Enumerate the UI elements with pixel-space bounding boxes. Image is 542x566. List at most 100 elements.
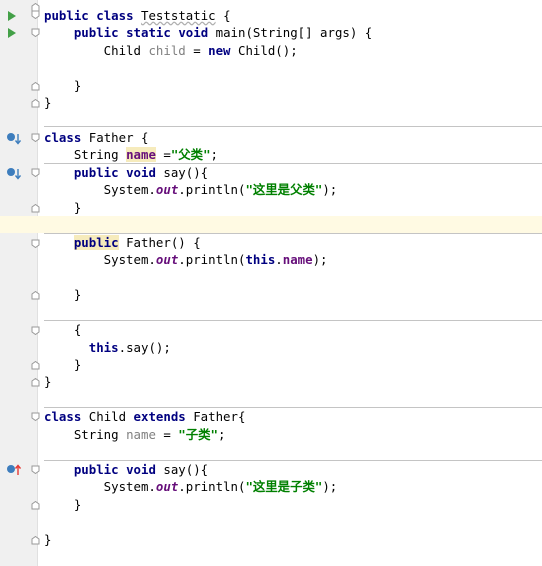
string-literal: "这里是子类" xyxy=(245,479,323,494)
fold-end-icon[interactable] xyxy=(31,82,40,91)
code-line[interactable]: } xyxy=(44,373,51,390)
keyword: void xyxy=(126,462,156,477)
code-text: ); xyxy=(322,479,338,494)
unused-field: name xyxy=(126,427,156,442)
keyword: static xyxy=(126,25,171,40)
code-text: String xyxy=(44,427,127,442)
keyword: public xyxy=(73,235,119,250)
code-line[interactable]: System.out.println("这里是子类"); xyxy=(44,478,338,495)
code-line[interactable]: Child child = new Child(); xyxy=(44,42,298,59)
code-text: .println( xyxy=(178,252,246,267)
keyword: extends xyxy=(133,409,186,424)
overridden-method-icon[interactable] xyxy=(5,131,21,145)
keyword: public xyxy=(44,8,89,23)
code-line[interactable]: this.say(); xyxy=(44,339,171,356)
code-line[interactable]: System.out.println(this.name); xyxy=(44,251,328,268)
run-icon[interactable] xyxy=(7,10,17,22)
unused-variable: child xyxy=(148,43,186,58)
fold-end-icon[interactable] xyxy=(31,361,40,370)
keyword: public xyxy=(73,165,119,180)
code-text: .println( xyxy=(178,182,246,197)
code-text: = xyxy=(155,147,171,162)
code-line[interactable]: String name ="父类"; xyxy=(44,146,218,163)
code-line[interactable]: public void say(){ xyxy=(44,461,208,478)
string-literal: "子类" xyxy=(178,427,218,442)
method-separator xyxy=(44,126,542,127)
code-line[interactable]: } xyxy=(44,531,51,548)
run-icon[interactable] xyxy=(7,27,17,39)
keyword: this xyxy=(88,340,119,355)
code-line[interactable]: } xyxy=(44,94,51,111)
fold-end-icon[interactable] xyxy=(31,291,40,300)
fold-start-icon[interactable] xyxy=(31,168,40,177)
code-line[interactable]: public class Teststatic { xyxy=(44,7,231,24)
code-line[interactable]: String name = "子类"; xyxy=(44,426,226,443)
code-text: System. xyxy=(44,182,156,197)
keyword: class xyxy=(44,130,82,145)
keyword: new xyxy=(208,43,231,58)
code-text: Child xyxy=(44,43,149,58)
class-name: Teststatic xyxy=(141,8,216,23)
code-line[interactable]: } xyxy=(44,356,81,373)
code-text: ); xyxy=(312,252,328,267)
code-text: = xyxy=(155,427,179,442)
overridden-method-icon[interactable] xyxy=(5,166,21,180)
fold-start-icon[interactable] xyxy=(31,326,40,335)
code-text: System. xyxy=(44,252,156,267)
code-editor[interactable]: public class Teststatic { public static … xyxy=(0,0,542,566)
code-text: Father { xyxy=(81,130,149,145)
fold-start-icon[interactable] xyxy=(31,133,40,142)
code-text: System. xyxy=(44,479,156,494)
fold-end-icon[interactable] xyxy=(31,501,40,510)
code-text: .say(); xyxy=(118,340,171,355)
keyword: void xyxy=(126,165,156,180)
code-text: = xyxy=(185,43,209,58)
code-text: main(String[] args) { xyxy=(208,25,373,40)
field-name: name xyxy=(282,252,313,267)
code-line[interactable]: class Father { xyxy=(44,129,148,146)
code-line[interactable]: public Father() { xyxy=(44,234,201,251)
code-line[interactable]: { xyxy=(44,321,81,338)
fold-end-icon[interactable] xyxy=(31,99,40,108)
code-line[interactable]: class Child extends Father{ xyxy=(44,408,245,425)
code-line[interactable]: public static void main(String[] args) { xyxy=(44,24,372,41)
implements-method-icon[interactable] xyxy=(5,463,21,477)
code-text: . xyxy=(275,252,283,267)
code-line[interactable]: System.out.println("这里是父类"); xyxy=(44,181,338,198)
fold-end-icon[interactable] xyxy=(31,378,40,387)
keyword: class xyxy=(96,8,134,23)
code-text: Child(); xyxy=(230,43,298,58)
fold-start-icon[interactable] xyxy=(31,239,40,248)
method-separator xyxy=(44,320,542,321)
keyword: void xyxy=(178,25,209,40)
code-text: Father{ xyxy=(185,409,246,424)
code-line[interactable]: } xyxy=(44,496,81,513)
fold-end-icon[interactable] xyxy=(31,204,40,213)
code-text: String xyxy=(44,147,127,162)
current-line-highlight xyxy=(0,216,542,233)
code-text: .println( xyxy=(178,479,246,494)
code-line[interactable]: } xyxy=(44,199,81,216)
fold-end-icon[interactable] xyxy=(31,536,40,545)
fold-start-icon[interactable] xyxy=(31,465,40,474)
keyword: public xyxy=(73,462,119,477)
fold-start-icon[interactable] xyxy=(31,412,40,421)
string-literal: "父类" xyxy=(170,147,211,162)
code-text: ); xyxy=(322,182,338,197)
fold-start-icon[interactable] xyxy=(31,10,40,19)
fold-start-icon[interactable] xyxy=(31,28,40,37)
static-field: out xyxy=(155,479,179,494)
keyword: this xyxy=(245,252,276,267)
code-text: Father() { xyxy=(118,235,201,250)
code-line[interactable]: public void say(){ xyxy=(44,164,208,181)
code-text: say(){ xyxy=(155,462,209,477)
code-line[interactable]: } xyxy=(44,286,81,303)
code-line[interactable]: } xyxy=(44,77,81,94)
keyword: class xyxy=(44,409,82,424)
keyword: public xyxy=(73,25,119,40)
